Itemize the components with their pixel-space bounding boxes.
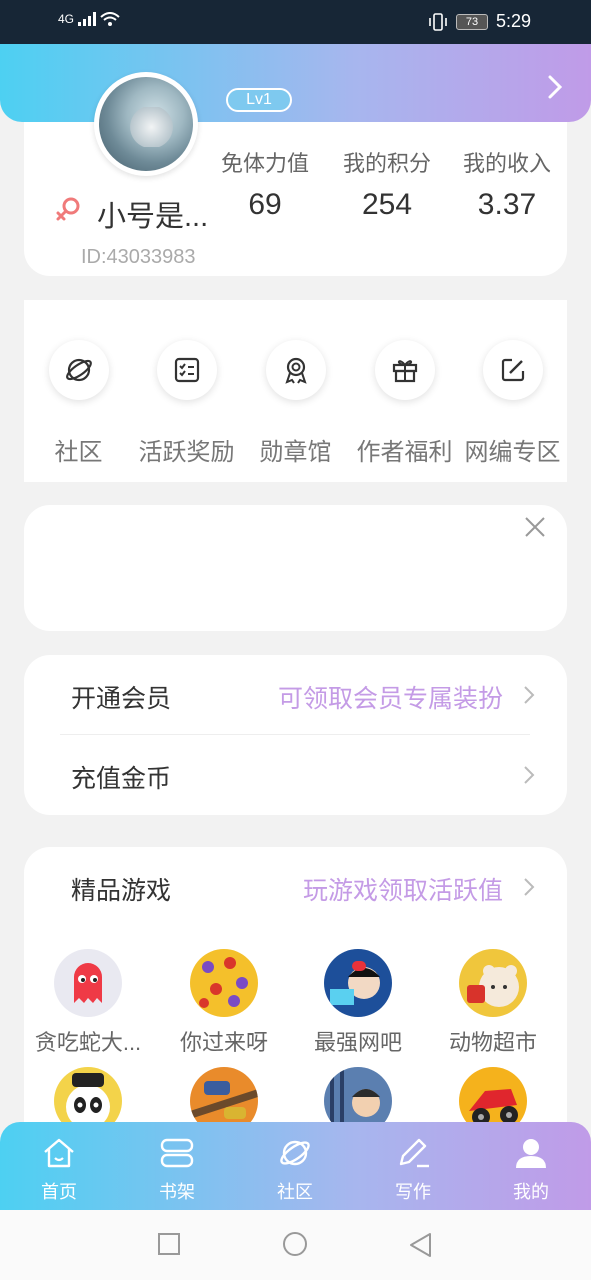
game-name: 最强网吧	[313, 1030, 402, 1055]
entry-author-benefits[interactable]: 作者福利	[350, 340, 459, 467]
banner-card	[24, 505, 567, 631]
entry-active-rewards[interactable]: 活跃奖励	[132, 340, 241, 467]
entry-community[interactable]: 社区	[24, 340, 133, 467]
game-item[interactable]: 贪吃蛇大...	[23, 949, 153, 1057]
chevron-right-icon[interactable]	[547, 74, 563, 100]
battery-indicator: 73	[455, 13, 488, 30]
user-id: ID:43033983	[81, 246, 196, 268]
open-vip-row[interactable]: 开通会员 可领取会员专属装扮	[71, 679, 535, 719]
tab-label: 首页	[41, 1182, 77, 1202]
planet-icon	[65, 358, 92, 382]
clock: 5:29	[495, 11, 531, 31]
medal-icon	[284, 357, 307, 384]
entry-editor-zone[interactable]: 网编专区	[458, 340, 567, 467]
tab-label: 写作	[395, 1182, 431, 1202]
vibrate-icon	[429, 12, 447, 31]
gift-icon	[392, 360, 417, 383]
game-snake-icon	[54, 949, 122, 1017]
pen-icon	[399, 1138, 429, 1168]
recharge-row[interactable]: 充值金币	[71, 759, 535, 799]
quick-entries: 社区 活跃奖励 勋章馆 作者福利 网编专区	[24, 300, 567, 482]
game-come-here-icon	[190, 949, 258, 1017]
chevron-right-icon	[524, 766, 535, 784]
stat-points[interactable]: 我的积分 254	[327, 146, 447, 222]
chevron-right-icon	[524, 686, 535, 704]
signal-icon	[78, 12, 97, 26]
bottom-tab-bar: 首页 书架 社区 写作 我的	[0, 1122, 591, 1210]
header-band	[0, 44, 591, 122]
checklist-icon	[174, 357, 199, 383]
tab-bookshelf[interactable]: 书架	[137, 1134, 217, 1204]
stat-income[interactable]: 我的收入 3.37	[447, 146, 567, 222]
entry-label: 社区	[54, 439, 103, 466]
game-item[interactable]: 你过来呀	[159, 949, 289, 1057]
member-menu-card: 开通会员 可领取会员专属装扮 充值金币	[24, 655, 567, 815]
recharge-label: 充值金币	[71, 765, 172, 793]
tab-home[interactable]: 首页	[19, 1134, 99, 1204]
stat-stamina[interactable]: 免体力值 69	[205, 146, 325, 222]
avatar[interactable]	[94, 72, 198, 176]
wifi-icon	[100, 12, 120, 26]
user-icon	[516, 1139, 546, 1168]
stat-value: 254	[361, 188, 413, 221]
games-header-row[interactable]: 精品游戏 玩游戏领取活跃值	[71, 871, 535, 911]
game-name: 动物超市	[448, 1030, 537, 1055]
tab-label: 我的	[513, 1182, 549, 1202]
stat-value: 3.37	[477, 188, 537, 221]
chevron-right-icon	[524, 878, 535, 896]
tab-label: 社区	[277, 1182, 313, 1202]
close-icon[interactable]	[523, 515, 547, 539]
signal-indicator: 4G	[58, 12, 120, 26]
game-animal-market-icon	[459, 949, 527, 1017]
edit-icon	[501, 358, 524, 382]
game-name: 贪吃蛇大...	[34, 1030, 142, 1055]
stat-label: 免体力值	[220, 151, 309, 176]
network-type: 4G	[58, 12, 75, 26]
status-bar: 4G 73 5:29	[0, 0, 591, 44]
female-icon	[56, 197, 80, 221]
planet-icon	[280, 1140, 310, 1166]
stat-label: 我的积分	[342, 151, 431, 176]
tab-mine[interactable]: 我的	[491, 1134, 571, 1204]
tab-label: 书架	[159, 1182, 195, 1202]
vip-label: 开通会员	[71, 685, 172, 713]
vip-hint: 可领取会员专属装扮	[277, 685, 503, 713]
entry-label: 勋章馆	[259, 439, 332, 466]
tab-community[interactable]: 社区	[255, 1134, 335, 1204]
bookshelf-icon	[160, 1138, 194, 1168]
game-item[interactable]: 动物超市	[428, 949, 558, 1057]
back-icon[interactable]	[408, 1232, 432, 1258]
entry-label: 作者福利	[356, 439, 453, 466]
game-name: 你过来呀	[179, 1030, 268, 1055]
entry-medals[interactable]: 勋章馆	[241, 340, 350, 467]
nickname[interactable]: 小号是...	[97, 193, 208, 235]
stat-label: 我的收入	[462, 151, 551, 176]
games-card: 精品游戏 玩游戏领取活跃值 贪吃蛇大... 你过来呀 最强网吧 动物超市	[24, 847, 567, 1147]
game-item[interactable]: 最强网吧	[293, 949, 423, 1057]
games-title: 精品游戏	[71, 877, 172, 905]
status-right: 73 5:29	[428, 11, 531, 32]
divider	[60, 734, 530, 735]
tab-write[interactable]: 写作	[373, 1134, 453, 1204]
stat-value: 69	[248, 188, 282, 221]
entry-label: 网编专区	[464, 439, 561, 466]
system-nav-bar	[0, 1210, 591, 1280]
home-button-icon[interactable]	[281, 1232, 309, 1260]
games-hint: 玩游戏领取活跃值	[302, 877, 503, 905]
entry-label: 活跃奖励	[138, 439, 235, 466]
level-badge: Lv1	[226, 88, 292, 112]
game-net-cafe-icon	[324, 949, 392, 1017]
recent-apps-icon[interactable]	[157, 1232, 181, 1256]
home-icon	[44, 1138, 74, 1168]
